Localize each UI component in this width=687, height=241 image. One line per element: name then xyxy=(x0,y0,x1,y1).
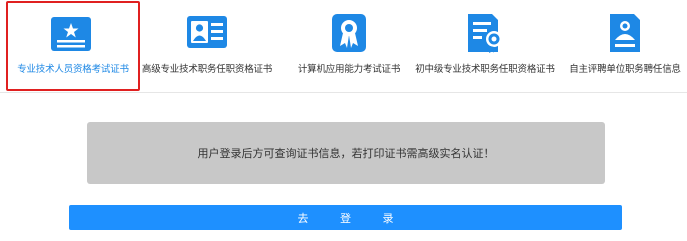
award-badge-icon xyxy=(332,14,366,52)
user-document-icon xyxy=(610,14,640,52)
login-required-notice: 用户登录后方可查询证书信息，若打印证书需高级实名认证！ xyxy=(87,122,605,184)
tab-label: 自主评聘单位职务聘任信息 xyxy=(569,64,681,75)
tab-junior-title-qualification[interactable]: 初中级专业技术职务任职资格证书 xyxy=(412,1,558,87)
document-seal-icon xyxy=(468,14,502,53)
tab-label: 计算机应用能力考试证书 xyxy=(297,64,401,75)
tab-professional-qualification-exam[interactable]: 专业技术人员资格考试证书 xyxy=(6,1,140,91)
tab-computer-skills-exam[interactable]: 计算机应用能力考试证书 xyxy=(280,1,418,87)
notice-text: 用户登录后方可查询证书信息，若打印证书需高级实名认证！ xyxy=(197,147,495,160)
certificate-type-tabs: 专业技术人员资格考试证书 高级专业技术职务任职资格证书 计算机应用能力考试证书 xyxy=(0,0,687,93)
tab-label: 高级专业技术职务任职资格证书 xyxy=(141,64,273,75)
tab-label: 初中级专业技术职务任职资格证书 xyxy=(415,64,555,75)
id-card-icon xyxy=(187,16,227,48)
tab-self-appointment-info[interactable]: 自主评聘单位职务聘任信息 xyxy=(564,1,686,87)
go-login-button[interactable]: 去 登 录 xyxy=(69,205,622,230)
tab-senior-title-qualification[interactable]: 高级专业技术职务任职资格证书 xyxy=(138,1,276,87)
tab-label: 专业技术人员资格考试证书 xyxy=(17,64,129,75)
certificate-star-icon xyxy=(51,17,91,51)
